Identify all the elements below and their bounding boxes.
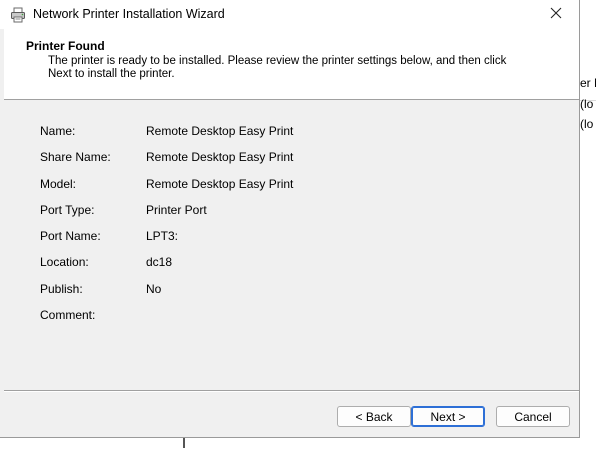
- detail-value: Remote Desktop Easy Print: [146, 150, 294, 164]
- detail-label: Comment:: [40, 308, 96, 322]
- background-splitter: [183, 437, 185, 448]
- back-button[interactable]: < Back: [337, 406, 411, 427]
- wizard-dialog: Network Printer Installation Wizard Prin…: [0, 0, 580, 438]
- detail-value: No: [146, 282, 162, 296]
- detail-value: Remote Desktop Easy Print: [146, 177, 294, 191]
- detail-label: Share Name:: [40, 150, 111, 164]
- background-text: (lo: [580, 117, 594, 131]
- window-title: Network Printer Installation Wizard: [33, 7, 225, 21]
- background-window-right: er N (lo (lo: [576, 60, 596, 140]
- detail-label: Publish:: [40, 282, 83, 296]
- page-description: The printer is ready to be installed. Pl…: [48, 55, 507, 80]
- close-button[interactable]: [533, 0, 579, 29]
- detail-value: LPT3:: [146, 229, 179, 243]
- detail-label: Model:: [40, 177, 77, 191]
- cancel-button[interactable]: Cancel: [496, 406, 570, 427]
- detail-label: Port Name:: [40, 229, 101, 243]
- button-separator: [4, 390, 579, 392]
- detail-value: Remote Desktop Easy Print: [146, 124, 294, 138]
- detail-label: Port Type:: [40, 203, 95, 217]
- detail-label: Location:: [40, 255, 89, 269]
- title-bar: Network Printer Installation Wizard: [0, 0, 579, 29]
- detail-value: dc18: [146, 255, 173, 269]
- close-icon: [550, 7, 562, 22]
- page-title: Printer Found: [26, 39, 105, 53]
- wizard-header: Printer Found The printer is ready to be…: [4, 29, 579, 100]
- next-button[interactable]: Next >: [411, 406, 485, 427]
- detail-value: Printer Port: [146, 203, 207, 217]
- detail-label: Name:: [40, 124, 76, 138]
- printer-details: Name: Remote Desktop Easy Print Share Na…: [4, 100, 579, 390]
- background-text: er N: [580, 76, 596, 90]
- background-text: (lo: [580, 97, 594, 111]
- printer-icon: [10, 7, 26, 23]
